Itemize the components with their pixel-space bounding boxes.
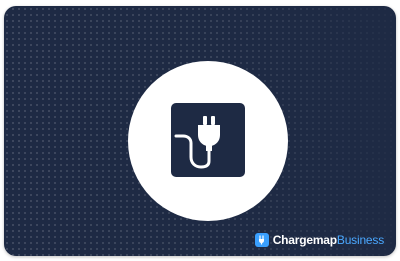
brand-suffix: Business — [336, 233, 384, 247]
plug-badge — [128, 61, 288, 221]
brand-name: Chargemap — [272, 233, 337, 247]
plug-tile — [171, 103, 245, 177]
chargemap-business-card: Chargemap Business — [4, 6, 396, 256]
brand-mark: Chargemap Business — [254, 232, 384, 248]
plug-icon — [174, 116, 220, 169]
chargemap-logo-icon — [254, 233, 269, 247]
